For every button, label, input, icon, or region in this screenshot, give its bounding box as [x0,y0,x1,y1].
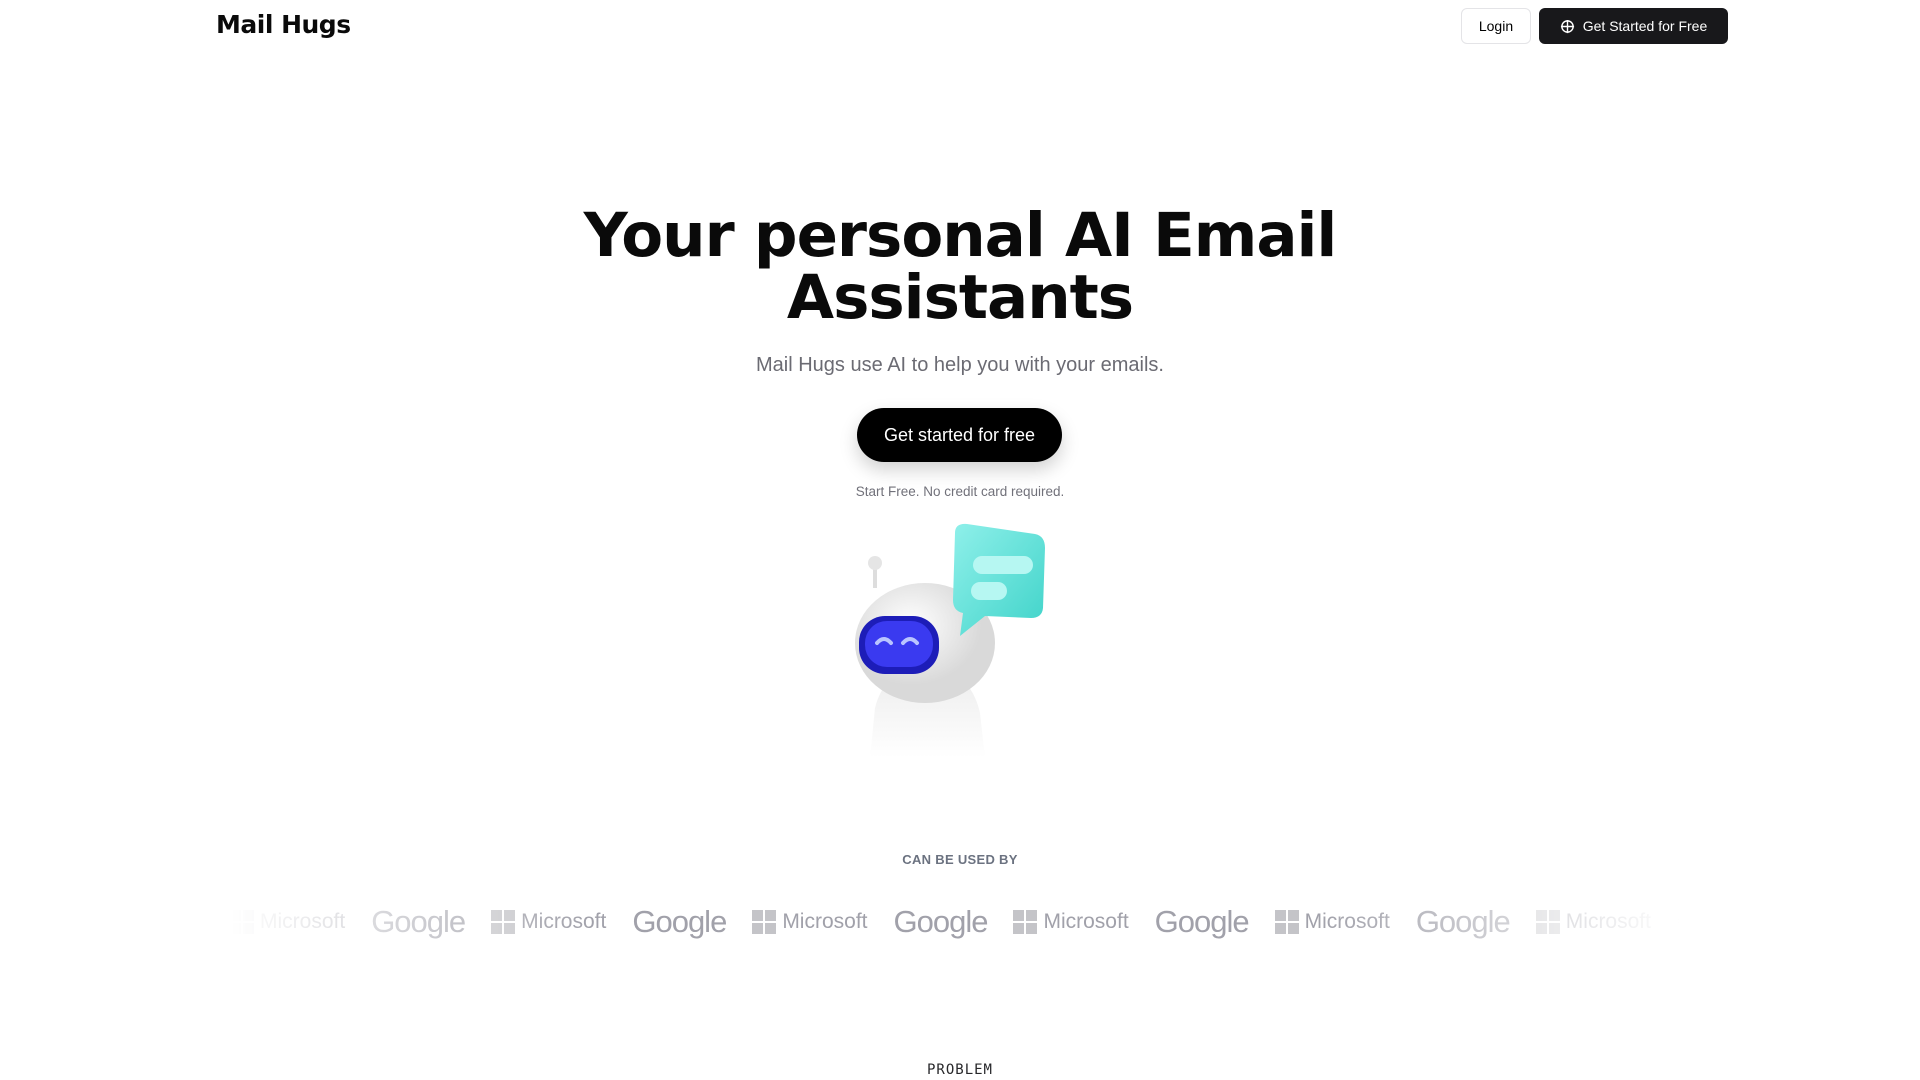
hero-title: Your personal AI Email Assistants [0,205,1920,329]
microsoft-logo: Microsoft [1535,910,1651,934]
logo-text: Microsoft [1043,910,1129,933]
logo-text: Microsoft [521,910,607,933]
hero-subtitle: Mail Hugs use AI to help you with your e… [756,354,1164,376]
logo-text: Microsoft [782,910,868,933]
logo-text: Microsoft [1565,910,1651,933]
crosshair-icon [1560,19,1574,33]
problem-section-label: PROBLEM [926,1062,993,1078]
google-logo: Google [1415,904,1511,939]
get-started-header-button[interactable]: Get Started for Free [1539,8,1728,44]
microsoft-logo: Microsoft [230,910,345,934]
used-by-label: CAN BE USED BY [902,852,1018,867]
microsoft-squares-icon [752,910,777,934]
get-started-button[interactable]: Get started for free [857,408,1062,462]
logo-text: Microsoft [260,910,346,933]
google-logo: Google [1677,904,1680,940]
microsoft-logo: Microsoft [1013,910,1129,934]
logo-text: Microsoft [1304,910,1390,933]
login-button[interactable]: Login [1461,8,1531,44]
microsoft-logo: Microsoft [1274,910,1390,934]
microsoft-squares-icon [1535,910,1560,934]
get-started-header-label: Get Started for Free [1582,18,1708,34]
microsoft-logo: Microsoft [491,910,606,934]
partner-logos-marquee: Microsoft Google Microsoft Google Microsoft G… [230,900,1680,944]
microsoft-squares-icon [230,910,254,934]
google-logo: Google [1154,904,1250,939]
microsoft-squares-icon [491,910,516,934]
microsoft-logo: Microsoft [752,910,868,934]
google-logo: Google [371,904,466,939]
hero-title-line-1: Your personal AI Email [583,200,1338,271]
google-logo: Google [893,904,989,939]
hero-title-line-2: Assistants [786,262,1134,333]
microsoft-squares-icon [1274,910,1299,934]
microsoft-squares-icon [1013,910,1038,934]
no-credit-card-note: Start Free. No credit card required. [855,484,1065,499]
robot-illustration [855,523,1045,758]
google-logo: Google [632,904,727,939]
brand-logo[interactable]: Mail Hugs [216,10,351,39]
